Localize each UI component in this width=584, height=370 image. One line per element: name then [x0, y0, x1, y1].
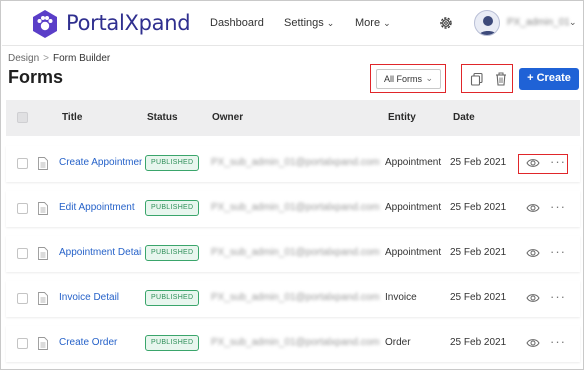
more-options-icon[interactable]: ··· [550, 289, 566, 304]
top-navigation-bar: PortalXpand Dashboard Settings ⌄ More ⌄ PX… [2, 2, 583, 46]
status-badge: PUBLISHED [145, 155, 200, 171]
date-cell: 25 Feb 2021 [450, 292, 507, 303]
date-cell: 25 Feb 2021 [450, 202, 507, 213]
entity-cell: Order [385, 337, 411, 348]
owner-email: PX_sub_admin_01@portalxpand.com [211, 157, 380, 168]
portalxpand-logo-icon[interactable] [30, 9, 60, 39]
column-header-status[interactable]: Status [147, 112, 178, 123]
copy-icon[interactable] [470, 72, 484, 86]
gear-icon[interactable] [438, 15, 454, 31]
owner-email: PX_sub_admin_01@portalxpand.com [211, 292, 380, 303]
date-cell: 25 Feb 2021 [450, 337, 507, 348]
eye-icon[interactable] [526, 202, 540, 214]
table-row[interactable]: Invoice Detail PUBLISHED PX_sub_admin_01… [6, 281, 580, 317]
nav-dashboard[interactable]: Dashboard [210, 17, 264, 29]
entity-cell: Appointment [385, 157, 442, 168]
status-badge: PUBLISHED [145, 245, 200, 261]
page-title: Forms [8, 67, 64, 87]
date-cell: 25 Feb 2021 [450, 157, 507, 168]
row-checkbox[interactable] [17, 293, 28, 304]
user-avatar-icon[interactable] [474, 10, 500, 36]
breadcrumb-form-builder: Form Builder [52, 53, 111, 64]
user-name[interactable]: PX_admin_01 [507, 17, 570, 28]
form-filter-value: All Forms [384, 74, 422, 84]
document-icon [38, 337, 48, 350]
chevron-down-icon[interactable]: ⌄ [569, 17, 577, 28]
status-badge: PUBLISHED [145, 200, 200, 216]
column-header-entity[interactable]: Entity [388, 112, 416, 123]
trash-icon[interactable] [494, 72, 508, 86]
table-row[interactable]: Edit Appointment PUBLISHED PX_sub_admin_… [6, 191, 580, 227]
document-icon [38, 247, 48, 260]
brand-name[interactable]: PortalXpand [66, 11, 191, 35]
nav-dashboard-label: Dashboard [210, 17, 264, 29]
eye-icon[interactable] [526, 337, 540, 349]
form-title-link[interactable]: Invoice Detail [59, 292, 142, 303]
column-header-title[interactable]: Title [62, 112, 82, 123]
entity-cell: Appointment [385, 202, 442, 213]
row-checkbox[interactable] [17, 338, 28, 349]
column-header-date[interactable]: Date [453, 112, 475, 123]
more-options-icon[interactable]: ··· [550, 199, 566, 214]
nav-settings[interactable]: Settings ⌄ [284, 17, 334, 29]
owner-email: PX_sub_admin_01@portalxpand.com [211, 247, 380, 258]
form-title-link[interactable]: Appointment Detail [59, 247, 142, 258]
status-badge: PUBLISHED [145, 290, 200, 306]
row-checkbox[interactable] [17, 203, 28, 214]
column-header-owner[interactable]: Owner [212, 112, 243, 123]
date-cell: 25 Feb 2021 [450, 247, 507, 258]
select-all-checkbox[interactable] [17, 112, 28, 123]
chevron-down-icon: ⌄ [383, 18, 391, 28]
table-row[interactable]: Create Appointment PUBLISHED PX_sub_admi… [6, 146, 580, 182]
entity-cell: Appointment [385, 247, 442, 258]
nav-settings-label: Settings [284, 17, 324, 29]
document-icon [38, 292, 48, 305]
form-title-link[interactable]: Create Appointment [59, 157, 142, 168]
row-actions-highlight [518, 154, 568, 174]
owner-email: PX_sub_admin_01@portalxpand.com [211, 337, 380, 348]
more-options-icon[interactable]: ··· [550, 244, 566, 259]
document-icon [38, 157, 48, 170]
nav-more-label: More [355, 17, 381, 29]
form-title-link[interactable]: Edit Appointment [59, 202, 142, 213]
status-badge: PUBLISHED [145, 335, 200, 351]
form-title-link[interactable]: Create Order [59, 337, 142, 348]
create-form-button[interactable]: + Create [519, 68, 579, 90]
breadcrumb: Design > Form Builder [8, 53, 110, 64]
chevron-down-icon: ⌄ [326, 18, 335, 28]
entity-cell: Invoice [385, 292, 417, 303]
breadcrumb-design[interactable]: Design [8, 53, 39, 64]
table-row[interactable]: Create Order PUBLISHED PX_sub_admin_01@p… [6, 326, 580, 362]
eye-icon[interactable] [526, 292, 540, 304]
chevron-down-icon: ⌄ [425, 73, 433, 83]
app-window: PortalXpand Dashboard Settings ⌄ More ⌄ PX… [0, 0, 584, 370]
chevron-right-icon: > [43, 53, 49, 64]
document-icon [38, 202, 48, 215]
more-options-icon[interactable]: ··· [550, 334, 566, 349]
form-filter-select[interactable]: All Forms ⌄ [376, 69, 441, 89]
row-checkbox[interactable] [17, 248, 28, 259]
table-header: Title Status Owner Entity Date [6, 100, 580, 136]
eye-icon[interactable] [526, 247, 540, 259]
nav-more[interactable]: More ⌄ [355, 17, 391, 29]
table-row[interactable]: Appointment Detail PUBLISHED PX_sub_admi… [6, 236, 580, 272]
owner-email: PX_sub_admin_01@portalxpand.com [211, 202, 380, 213]
row-checkbox[interactable] [17, 158, 28, 169]
